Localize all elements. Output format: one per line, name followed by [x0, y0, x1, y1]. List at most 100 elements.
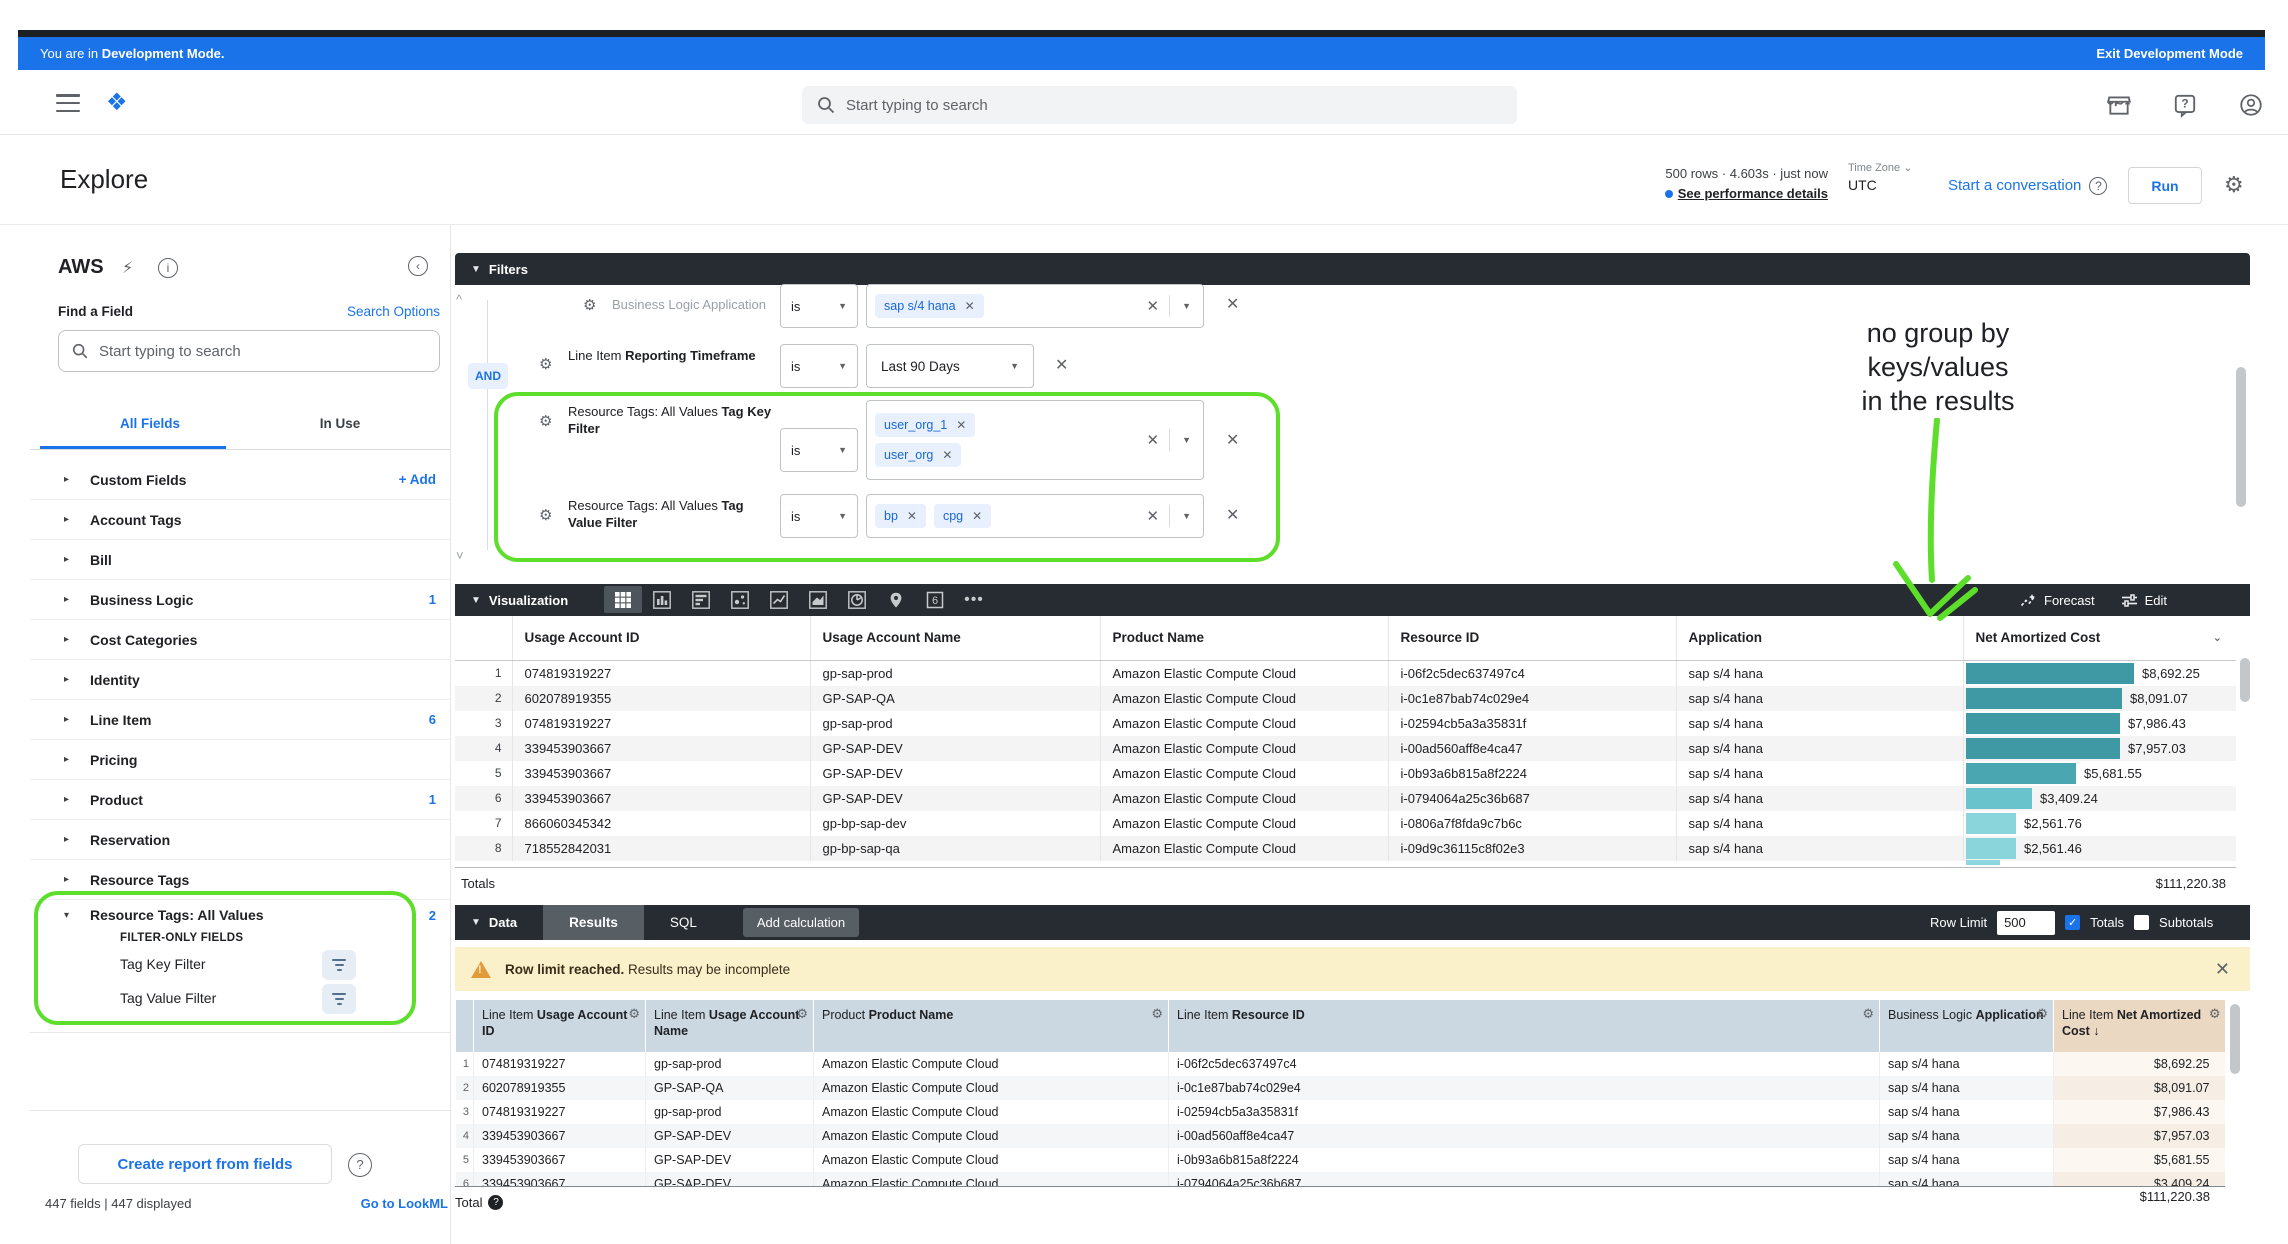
table-chart-icon[interactable]: [604, 586, 642, 613]
column-header[interactable]: Business Logic Application⚙: [1880, 1000, 2054, 1052]
bar-chart-icon[interactable]: [643, 586, 681, 613]
column-header[interactable]: Product Name: [1100, 616, 1388, 660]
remove-chip-icon[interactable]: ✕: [907, 509, 917, 523]
sidebar-item-cost-categories[interactable]: ▸Cost Categories: [30, 620, 450, 660]
field-tag-key-filter[interactable]: Tag Key Filter: [120, 956, 206, 972]
filter-value-chip[interactable]: bp✕: [875, 504, 926, 528]
tab-results[interactable]: Results: [543, 905, 644, 940]
tag-key-filter-icon[interactable]: [322, 950, 356, 980]
filter-value-chip[interactable]: cpg✕: [934, 504, 991, 528]
column-header[interactable]: Usage Account Name: [810, 616, 1100, 660]
scatter-chart-icon[interactable]: [721, 586, 759, 613]
sidebar-item-pricing[interactable]: ▸Pricing: [30, 740, 450, 780]
tab-sql[interactable]: SQL: [644, 905, 723, 940]
sidebar-item-reservation[interactable]: ▸Reservation: [30, 820, 450, 860]
remove-filter-icon[interactable]: ✕: [1226, 430, 1239, 450]
field-search-box[interactable]: [58, 330, 440, 372]
column-gear-icon[interactable]: ⚙: [2209, 1006, 2221, 1022]
remove-chip-icon[interactable]: ✕: [972, 509, 982, 523]
filter-gear-icon[interactable]: ⚙: [583, 296, 596, 314]
column-gear-icon[interactable]: ⚙: [1862, 1006, 1874, 1022]
scroll-down-icon[interactable]: ˅: [456, 548, 464, 563]
column-gear-icon[interactable]: ⚙: [1151, 1006, 1163, 1022]
tab-in-use[interactable]: In Use: [255, 416, 425, 431]
filter-gear-icon[interactable]: ⚙: [539, 412, 552, 430]
column-header[interactable]: Net Amortized Cost⌄: [1963, 616, 2236, 660]
remove-chip-icon[interactable]: ✕: [956, 418, 966, 432]
tag-value-filter-icon[interactable]: [322, 984, 356, 1014]
area-chart-icon[interactable]: [799, 586, 837, 613]
column-header[interactable]: Line Item Net Amortized Cost ↓⚙: [2054, 1000, 2226, 1052]
column-gear-icon[interactable]: ⚙: [796, 1006, 808, 1022]
add-calculation-button[interactable]: Add calculation: [743, 908, 859, 937]
sidebar-item-custom-fields[interactable]: ▸Custom Fields+ Add: [30, 460, 450, 500]
filter-gear-icon[interactable]: ⚙: [539, 506, 552, 524]
column-header[interactable]: Line Item Usage Account ID⚙: [474, 1000, 646, 1052]
column-gear-icon[interactable]: ⚙: [628, 1006, 640, 1022]
column-header[interactable]: Line Item Usage Account Name⚙: [646, 1000, 814, 1052]
dismiss-warning-icon[interactable]: ✕: [2215, 959, 2230, 980]
filter-operator-select[interactable]: is▼: [780, 344, 858, 388]
totals-checkbox-label[interactable]: Totals: [2090, 915, 2124, 930]
line-chart-icon[interactable]: [760, 586, 798, 613]
filters-scrollbar[interactable]: [2236, 367, 2246, 507]
filter-value-box[interactable]: sap s/4 hana✕ ✕ ▼: [866, 284, 1204, 328]
remove-chip-icon[interactable]: ✕: [942, 448, 952, 462]
create-report-button[interactable]: Create report from fields: [78, 1144, 332, 1184]
pie-chart-icon[interactable]: [838, 586, 876, 613]
sidebar-item-bill[interactable]: ▸Bill: [30, 540, 450, 580]
more-charts-icon[interactable]: •••: [955, 586, 993, 613]
sidebar-item-business-logic[interactable]: ▸Business Logic1: [30, 580, 450, 620]
subtotals-checkbox-label[interactable]: Subtotals: [2159, 915, 2213, 930]
remove-chip-icon[interactable]: ✕: [965, 299, 975, 313]
field-search-input[interactable]: [99, 343, 399, 360]
go-to-lookml-link[interactable]: Go to LookML: [300, 1196, 448, 1211]
forecast-button[interactable]: Forecast: [2020, 593, 2095, 608]
map-chart-icon[interactable]: [877, 586, 915, 613]
sidebar-item-resource-tags[interactable]: ▸Resource Tags: [30, 860, 450, 900]
edit-button[interactable]: Edit: [2121, 593, 2167, 608]
info-icon[interactable]: i: [158, 258, 178, 278]
column-header[interactable]: Usage Account ID: [512, 616, 810, 660]
tab-all-fields[interactable]: All Fields: [65, 416, 235, 431]
subtotals-checkbox[interactable]: [2134, 915, 2149, 930]
single-value-icon[interactable]: 6: [916, 586, 954, 613]
column-header[interactable]: Line Item Resource ID⚙: [1169, 1000, 1880, 1052]
filter-operator-select[interactable]: is▼: [780, 494, 858, 538]
add-custom-field-link[interactable]: + Add: [399, 472, 450, 487]
viz-table-scrollbar[interactable]: [2240, 658, 2250, 702]
search-options-link[interactable]: Search Options: [300, 304, 440, 319]
scroll-up-icon[interactable]: ^: [456, 292, 462, 307]
row-chart-icon[interactable]: [682, 586, 720, 613]
sidebar-item-account-tags[interactable]: ▸Account Tags: [30, 500, 450, 540]
sidebar-item-resource-tags-all-values[interactable]: ▾Resource Tags: All Values2: [30, 900, 450, 930]
remove-filter-icon[interactable]: ✕: [1055, 355, 1068, 375]
filters-section-bar[interactable]: ▼Filters: [455, 253, 2250, 285]
field-tag-value-filter[interactable]: Tag Value Filter: [120, 990, 216, 1006]
filter-gear-icon[interactable]: ⚙: [539, 355, 552, 373]
sidebar-item-product[interactable]: ▸Product1: [30, 780, 450, 820]
column-header[interactable]: Resource ID: [1388, 616, 1676, 660]
clear-filter-icon[interactable]: ✕: [1137, 431, 1170, 449]
clear-filter-icon[interactable]: ✕: [1137, 507, 1170, 525]
filter-value-chip[interactable]: user_org✕: [875, 443, 961, 467]
create-report-help-icon[interactable]: ?: [348, 1153, 372, 1177]
column-header[interactable]: Product Product Name⚙: [814, 1000, 1169, 1052]
chevron-down-icon[interactable]: ⌄: [2213, 631, 2222, 644]
filter-value-chip[interactable]: sap s/4 hana✕: [875, 294, 984, 318]
remove-filter-icon[interactable]: ✕: [1226, 294, 1239, 314]
row-limit-input[interactable]: [1997, 911, 2055, 935]
sidebar-item-identity[interactable]: ▸Identity: [30, 660, 450, 700]
chevron-down-icon[interactable]: ▼: [1169, 505, 1195, 527]
filter-value-box[interactable]: bp✕ cpg✕ ✕▼: [866, 494, 1204, 538]
remove-filter-icon[interactable]: ✕: [1226, 505, 1239, 525]
filter-value-box[interactable]: user_org_1✕ user_org✕ ✕▼: [866, 400, 1204, 480]
column-gear-icon[interactable]: ⚙: [2036, 1006, 2048, 1022]
filter-value-select[interactable]: Last 90 Days▼: [866, 344, 1034, 388]
sidebar-item-line-item[interactable]: ▸Line Item6: [30, 700, 450, 740]
total-help-icon[interactable]: ?: [488, 1195, 503, 1210]
collapse-sidebar-icon[interactable]: ‹: [408, 256, 428, 276]
filter-operator-select[interactable]: is▼: [780, 428, 858, 472]
chevron-down-icon[interactable]: ▼: [1169, 295, 1195, 317]
filter-value-chip[interactable]: user_org_1✕: [875, 413, 975, 437]
